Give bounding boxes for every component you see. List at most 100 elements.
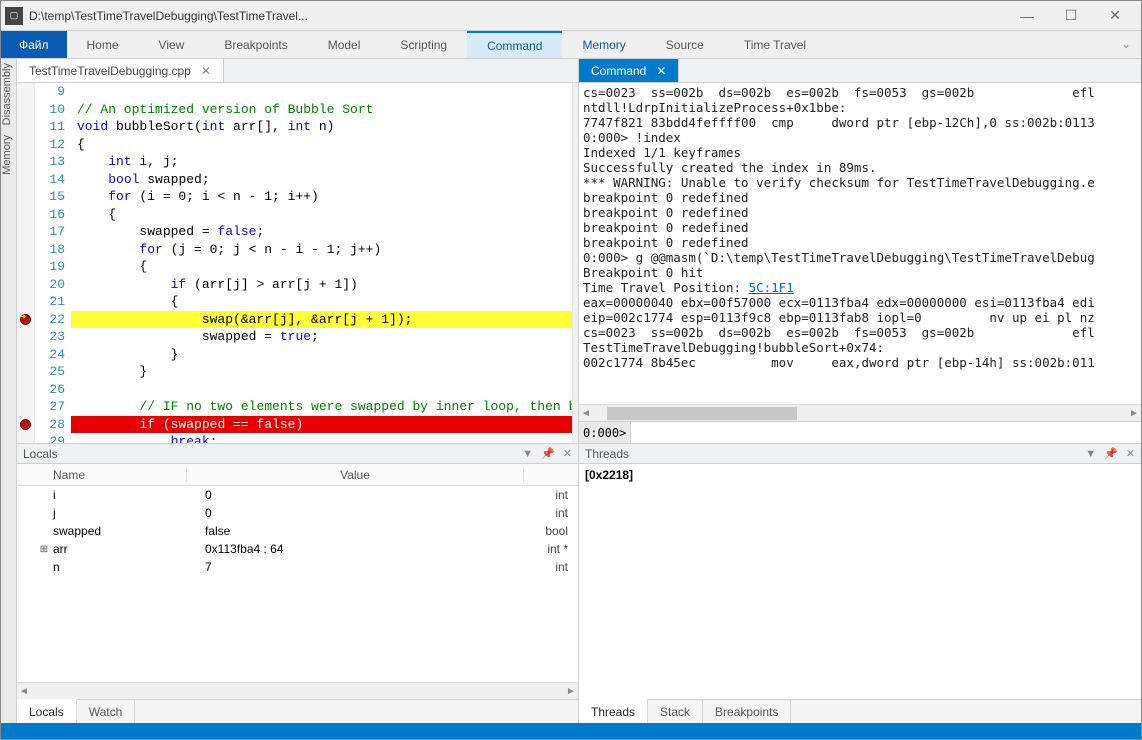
menu-model[interactable]: Model (308, 31, 381, 58)
command-tab-label: Command (591, 64, 646, 78)
code-line[interactable]: break; (71, 433, 572, 443)
command-pane: Command ✕ cs=0023 ss=002b ds=002b es=002… (579, 59, 1141, 443)
expand-icon[interactable]: ⊞ (37, 544, 51, 555)
var-name: n (51, 560, 205, 574)
command-output[interactable]: cs=0023 ss=002b ds=002b es=002b fs=0053 … (579, 83, 1141, 404)
code-line[interactable]: { (71, 206, 572, 224)
var-name: i (51, 488, 205, 502)
source-tab-label: TestTimeTravelDebugging.cpp (29, 64, 191, 78)
menu-time-travel[interactable]: Time Travel (724, 31, 826, 58)
tab-locals[interactable]: Locals (17, 699, 77, 723)
col-value[interactable]: Value (187, 468, 524, 482)
var-value: 0x113fba4 : 64 (205, 542, 524, 556)
var-name: arr (51, 542, 205, 556)
var-value: 0 (205, 488, 524, 502)
var-value: 0 (205, 506, 524, 520)
tab-stack[interactable]: Stack (648, 700, 703, 723)
line-number: 27 (35, 398, 65, 416)
line-number: 15 (35, 188, 65, 206)
sidebar-tab-memory[interactable]: Memory (1, 135, 16, 175)
menu-view[interactable]: View (139, 31, 205, 58)
code-line[interactable]: void bubbleSort(int arr[], int n) (71, 118, 572, 136)
code-line[interactable]: swapped = true; (71, 328, 572, 346)
line-number: 9 (35, 83, 65, 101)
locals-hscroll[interactable]: ◄► (17, 682, 578, 699)
code-line[interactable]: { (71, 136, 572, 154)
maximize-button[interactable]: ☐ (1049, 2, 1093, 30)
line-number: 11 (35, 118, 65, 136)
close-icon[interactable]: ✕ (563, 447, 572, 460)
menu-scripting[interactable]: Scripting (380, 31, 467, 58)
menubar: Файл HomeViewBreakpointsModelScriptingCo… (1, 31, 1141, 59)
command-tab[interactable]: Command ✕ (579, 59, 679, 82)
dropdown-icon[interactable]: ▼ (1085, 448, 1096, 460)
close-button[interactable]: ✕ (1093, 2, 1137, 30)
menu-breakpoints[interactable]: Breakpoints (204, 31, 307, 58)
var-type: int (524, 488, 578, 502)
app-icon: ▢ (5, 7, 23, 25)
menu-command[interactable]: Command (467, 31, 562, 58)
minimize-button[interactable]: — (1005, 2, 1049, 30)
var-type: int (524, 506, 578, 520)
code-line[interactable]: bool swapped; (71, 171, 572, 189)
source-tab[interactable]: TestTimeTravelDebugging.cpp ✕ (17, 59, 224, 82)
var-value: 7 (205, 560, 524, 574)
code-line[interactable]: if (swapped == false) (71, 416, 572, 434)
threads-tabs: ThreadsStackBreakpoints (579, 699, 1141, 723)
close-icon[interactable]: ✕ (656, 64, 666, 78)
current-line-icon[interactable] (20, 314, 31, 325)
locals-row[interactable]: j0int (17, 504, 578, 522)
code-line[interactable]: for (i = 0; i < n - 1; i++) (71, 188, 572, 206)
breakpoint-icon[interactable] (20, 419, 31, 430)
code-line[interactable]: swap(&arr[j], &arr[j + 1]); (71, 311, 572, 329)
code-line[interactable]: { (71, 258, 572, 276)
code-line[interactable]: swapped = false; (71, 223, 572, 241)
tab-breakpoints[interactable]: Breakpoints (703, 700, 791, 723)
menu-home[interactable]: Home (67, 31, 139, 58)
tab-watch[interactable]: Watch (77, 700, 136, 723)
line-number: 12 (35, 136, 65, 154)
menubar-overflow-icon[interactable]: ⌄ (1121, 37, 1131, 51)
line-number: 23 (35, 328, 65, 346)
code-line[interactable]: for (j = 0; j < n - i - 1; j++) (71, 241, 572, 259)
code-line[interactable] (71, 381, 572, 399)
code-line[interactable] (71, 83, 572, 101)
line-number: 24 (35, 346, 65, 364)
code-line[interactable]: // An optimized version of Bubble Sort (71, 101, 572, 119)
tab-threads[interactable]: Threads (579, 699, 648, 723)
col-name[interactable]: Name (17, 468, 187, 482)
line-number: 22 (35, 311, 65, 329)
code-line[interactable]: { (71, 293, 572, 311)
code-line[interactable]: if (arr[j] > arr[j + 1]) (71, 276, 572, 294)
locals-row[interactable]: ⊞arr0x113fba4 : 64int * (17, 540, 578, 558)
code-line[interactable]: int i, j; (71, 153, 572, 171)
menu-file[interactable]: Файл (1, 31, 67, 58)
threads-list[interactable]: [0x2218] (579, 464, 1141, 699)
sidebar-tab-disassembly[interactable]: Disassembly (1, 63, 16, 125)
code-line[interactable]: } (71, 363, 572, 381)
threads-title: Threads (585, 447, 629, 461)
var-type: bool (524, 524, 578, 538)
locals-row[interactable]: i0int (17, 486, 578, 504)
command-hscroll[interactable]: ◄► (579, 404, 1141, 421)
locals-row[interactable]: swappedfalsebool (17, 522, 578, 540)
line-number: 13 (35, 153, 65, 171)
close-icon[interactable]: ✕ (201, 64, 211, 78)
menu-source[interactable]: Source (646, 31, 724, 58)
pin-icon[interactable]: 📌 (1104, 447, 1118, 460)
menu-memory[interactable]: Memory (562, 31, 645, 58)
locals-row[interactable]: n7int (17, 558, 578, 576)
code-editor[interactable]: 9101112131415161718192021222324252627282… (17, 83, 578, 443)
command-input[interactable] (631, 422, 1141, 443)
pin-icon[interactable]: 📌 (541, 447, 555, 460)
code-line[interactable]: // IF no two elements were swapped by in… (71, 398, 572, 416)
var-value: false (205, 524, 524, 538)
line-number: 18 (35, 241, 65, 259)
command-prompt: 0:000> (579, 422, 631, 443)
close-icon[interactable]: ✕ (1126, 447, 1135, 460)
line-number: 21 (35, 293, 65, 311)
minimap[interactable] (572, 83, 578, 443)
code-line[interactable]: } (71, 346, 572, 364)
dropdown-icon[interactable]: ▼ (522, 448, 533, 460)
var-name: j (51, 506, 205, 520)
